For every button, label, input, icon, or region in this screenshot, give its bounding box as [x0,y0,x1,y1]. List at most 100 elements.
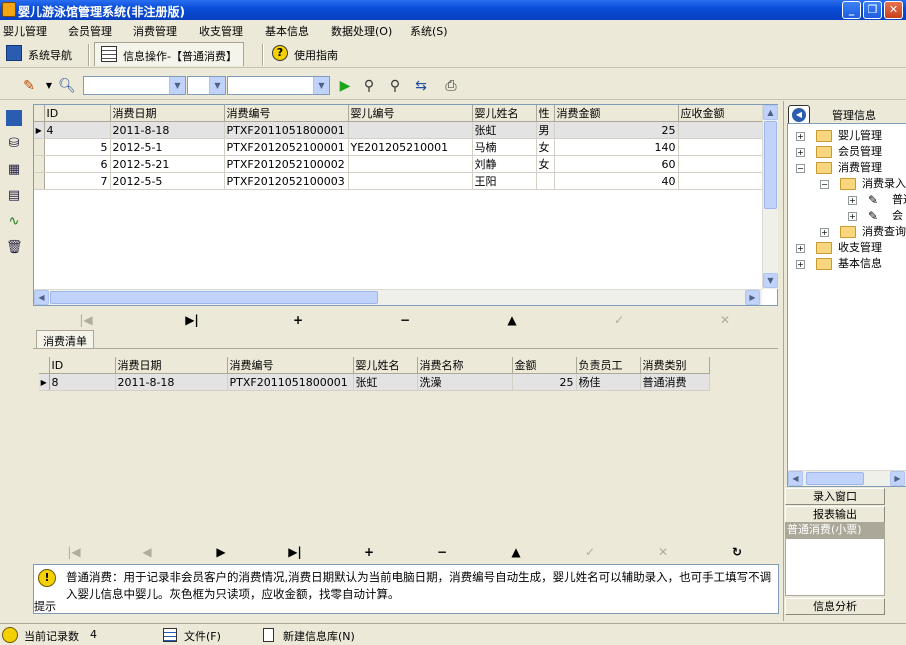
back-nav-icon[interactable]: ◀ [788,105,810,125]
hint-label: 提示 [34,600,56,613]
scroll-left-icon[interactable]: ◀ [34,290,49,305]
info-analysis-button[interactable]: 信息分析 [785,598,885,615]
add-record-icon[interactable]: + [290,313,306,327]
column-header[interactable]: 消费金额 [554,105,679,122]
find-next-icon[interactable]: ⚲ [386,77,404,95]
pencil-icon[interactable]: ✎ [20,77,38,95]
scroll-right-icon[interactable]: ▶ [745,290,760,305]
column-header[interactable]: 应收金额 [678,105,765,122]
report-output-button[interactable]: 报表输出 [785,506,885,523]
post-record-icon[interactable]: ✓ [582,545,598,559]
column-header[interactable]: 消费日期 [115,357,228,374]
add-record-icon[interactable]: + [361,545,377,559]
column-header[interactable]: 性 [536,105,555,122]
menu-data-processing[interactable]: 数据处理(O) [331,23,392,39]
chevron-down-icon[interactable]: ▼ [313,77,329,94]
table-row[interactable]: ▶ 4 2011-8-18 PTXF2011051800001 张虹 男 25 [34,121,765,139]
folder-icon [816,258,832,270]
value-select[interactable]: ▼ [227,76,330,95]
calculator-icon[interactable]: ▦ [6,162,22,178]
cancel-edit-icon[interactable]: ✕ [655,545,671,559]
current-row-indicator: ▶ [34,121,45,139]
menu-consume[interactable]: 消费管理 [133,23,177,39]
search-icon[interactable]: 🔍︎ [58,77,76,95]
delete-record-icon[interactable]: − [434,545,450,559]
menu-member[interactable]: 会员管理 [68,23,112,39]
table-row[interactable]: ▶ 8 2011-8-18 PTXF2011051800001 张虹 洗澡 25… [39,373,710,391]
trash-icon[interactable]: 🗑︎ [6,240,23,256]
scrollbar-thumb[interactable] [50,291,378,304]
last-record-icon[interactable]: ▶| [184,313,200,327]
column-header[interactable]: 消费编号 [224,105,349,122]
table-row[interactable]: 6 2012-5-21 PTXF2012052100002 刘静 女 60 [34,155,765,173]
edit-record-icon[interactable]: ▲ [508,545,524,559]
scrollbar-thumb[interactable] [764,121,777,209]
last-record-icon[interactable]: ▶| [287,545,303,559]
operator-select[interactable]: ▼ [187,76,226,95]
column-header[interactable]: 金额 [512,357,577,374]
table-row[interactable]: 5 2012-5-1 PTXF2012052100001 YE201205210… [34,138,765,156]
tab-info-operation[interactable]: 信息操作-【普通消费】 [94,42,244,66]
chevron-down-icon[interactable]: ▼ [169,77,185,94]
first-record-icon[interactable]: |◀ [66,545,82,559]
vertical-scrollbar[interactable]: ▲ ▼ [762,105,778,289]
column-header[interactable]: 消费日期 [110,105,225,122]
menu-system[interactable]: 系统(S) [410,23,448,39]
new-database-menu[interactable]: 新建信息库(N) [283,628,355,644]
print-icon[interactable]: ⎙ [442,77,460,95]
horizontal-scrollbar[interactable]: ◀ ▶ [34,289,762,305]
scrollbar-thumb[interactable] [806,472,864,485]
chevron-down-icon[interactable]: ▼ [40,77,58,95]
find-icon[interactable]: ⚲ [360,77,378,95]
workflow-icon[interactable]: ⛁ [6,136,22,152]
refresh-icon[interactable]: ⇆ [412,77,430,95]
column-header[interactable]: 消费类别 [640,357,710,374]
table-header-row: ID 消费日期 消费编号 婴儿姓名 消费名称 金额 负责员工 消费类别 [39,357,710,374]
menu-baby[interactable]: 婴儿管理 [3,23,47,39]
column-header[interactable]: 婴儿姓名 [353,357,418,374]
scroll-right-icon[interactable]: ▶ [890,471,905,486]
close-button[interactable]: ✕ [884,1,903,19]
prior-record-icon[interactable]: ◀ [139,545,155,559]
column-header[interactable]: 消费名称 [417,357,513,374]
horizontal-scrollbar[interactable]: ◀ ▶ [788,470,906,486]
folder-icon [816,242,832,254]
entry-window-button[interactable]: 录入窗口 [785,488,885,505]
chart-icon[interactable]: ∿ [6,214,22,230]
refresh-icon[interactable]: ↻ [729,545,745,559]
scroll-down-icon[interactable]: ▼ [763,273,778,288]
column-header[interactable]: ID [44,105,111,122]
scroll-left-icon[interactable]: ◀ [788,471,803,486]
next-record-icon[interactable]: ▶ [213,545,229,559]
post-record-icon[interactable]: ✓ [611,313,627,327]
first-record-icon[interactable]: |◀ [78,313,94,327]
menu-bar: 婴儿管理 会员管理 消费管理 收支管理 基本信息 数据处理(O) 系统(S) [0,20,906,40]
delete-record-icon[interactable]: − [397,313,413,327]
document-icon[interactable]: ▤ [6,188,22,204]
column-header[interactable]: 婴儿编号 [348,105,473,122]
tab-user-guide[interactable]: ? 使用指南 [266,42,344,66]
minimize-button[interactable]: _ [842,1,861,19]
maximize-button[interactable]: ❐ [863,1,882,19]
menu-basic-info[interactable]: 基本信息 [265,23,309,39]
file-menu[interactable]: 文件(F) [184,628,221,644]
consumption-grid: ID 消费日期 消费编号 婴儿编号 婴儿姓名 性 消费金额 应收金额 ▶ 4 2… [33,104,778,306]
scroll-up-icon[interactable]: ▲ [763,105,778,120]
run-query-icon[interactable]: ▶ [336,77,354,95]
menu-finance[interactable]: 收支管理 [199,23,243,39]
column-header[interactable]: 消费编号 [227,357,354,374]
column-header[interactable]: 婴儿姓名 [472,105,537,122]
help-icon: ? [272,45,288,61]
table-row[interactable]: 7 2012-5-5 PTXF2012052100003 王阳 40 [34,172,765,190]
cancel-edit-icon[interactable]: ✕ [717,313,733,327]
chevron-down-icon[interactable]: ▼ [209,77,225,94]
monitor-icon[interactable] [6,110,22,126]
column-header[interactable]: ID [49,357,116,374]
selected-report-item[interactable]: 普通消费(小票) [785,522,885,538]
tab-system-navigation[interactable]: 系统导航 [0,42,78,66]
title-bar: 婴儿游泳馆管理系统(非注册版) _ ❐ ✕ [0,0,906,20]
hint-text: 普通消费：用于记录非会员客户的消费情况,消费日期默认为当前电脑日期，消费编号自动… [66,570,772,601]
field-select[interactable]: ▼ [83,76,186,95]
edit-record-icon[interactable]: ▲ [504,313,520,327]
column-header[interactable]: 负责员工 [576,357,641,374]
